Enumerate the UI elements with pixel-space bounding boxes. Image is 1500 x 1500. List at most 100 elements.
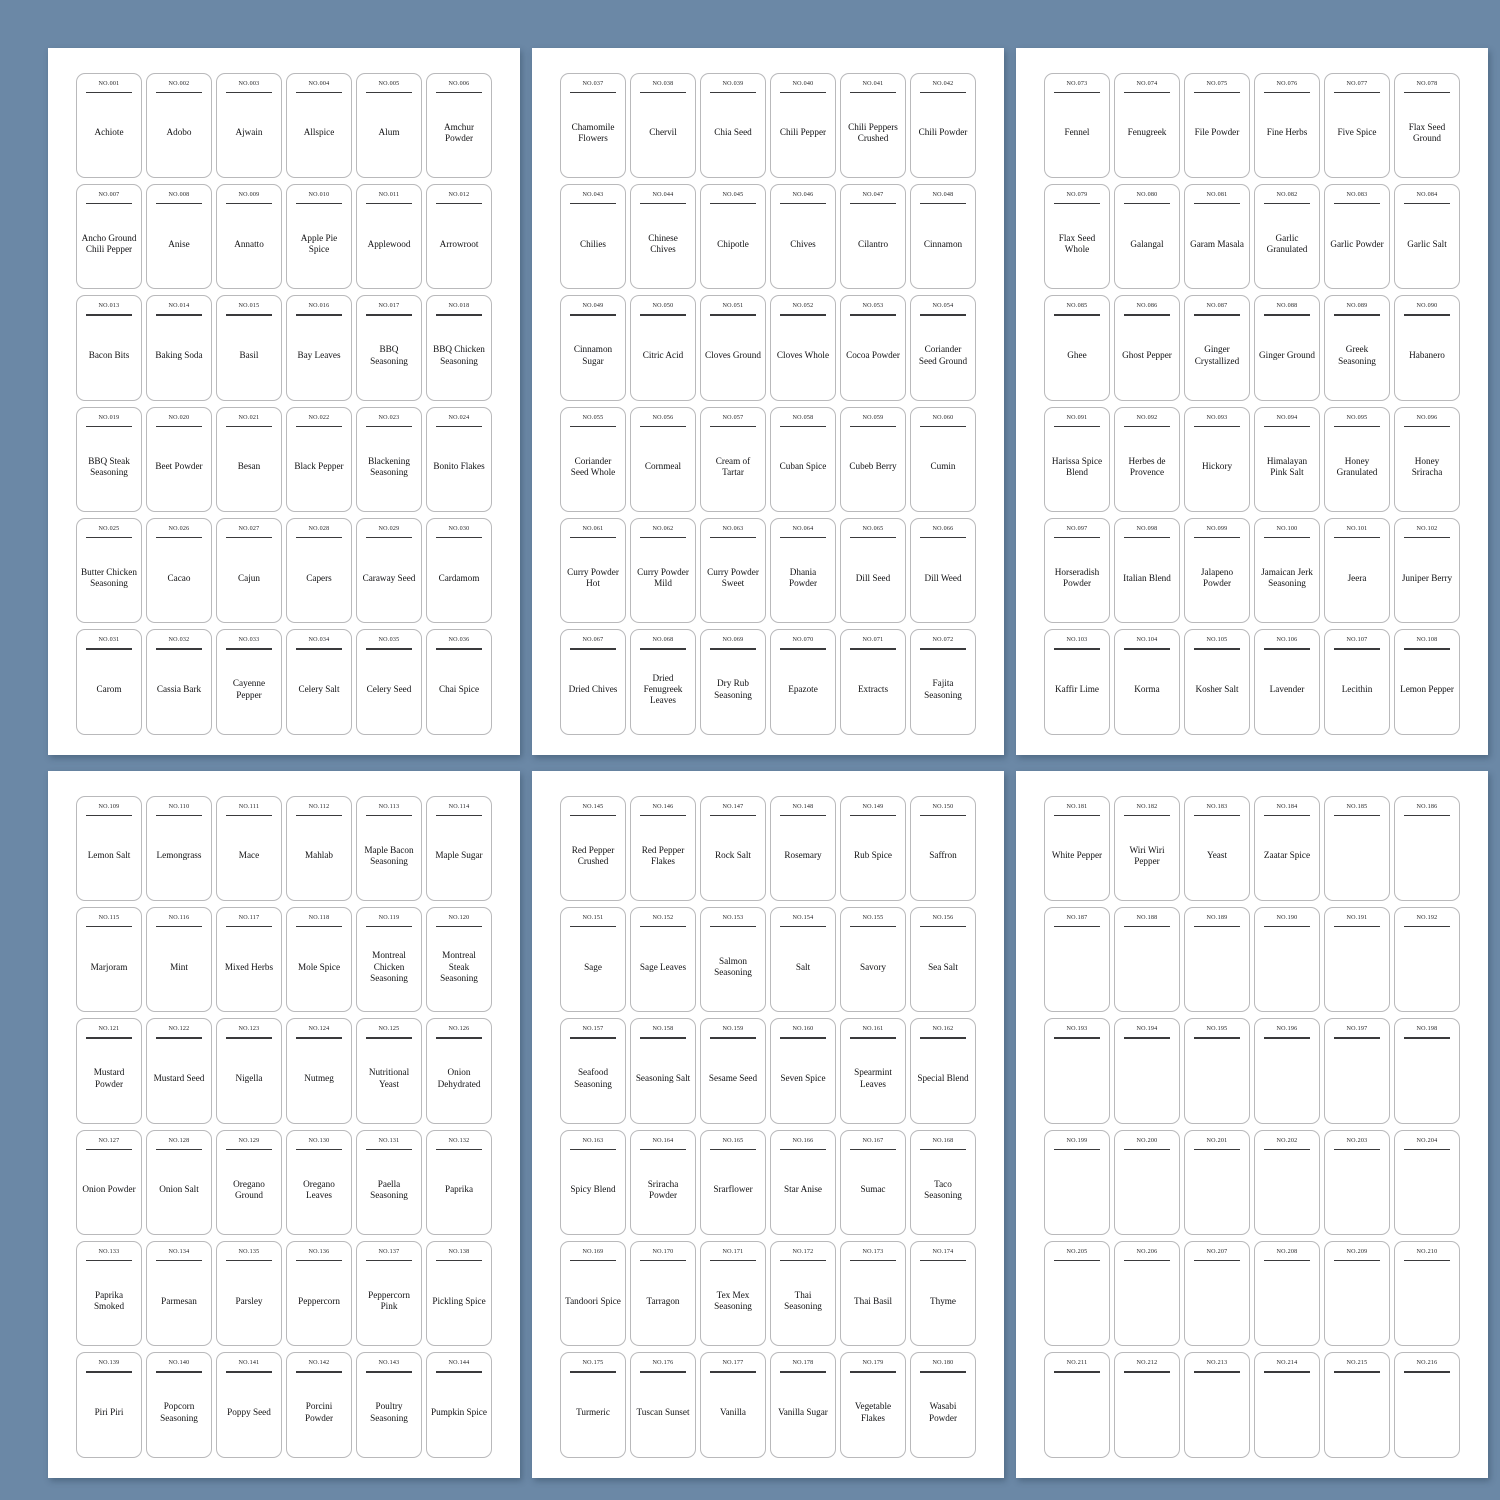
spice-label-card[interactable]: NO.043 Chilies bbox=[560, 183, 626, 290]
spice-label-card[interactable]: NO.147 Rock Salt bbox=[700, 795, 766, 901]
spice-label-card[interactable]: NO.113 Maple Bacon Seasoning bbox=[356, 795, 422, 901]
spice-label-card[interactable]: NO.163 Spicy Blend bbox=[560, 1129, 626, 1235]
spice-label-card[interactable]: NO.206 bbox=[1114, 1240, 1180, 1347]
spice-label-card[interactable]: NO.088 Ginger Ground bbox=[1254, 295, 1320, 401]
spice-label-card[interactable]: NO.097 Horseradish Powder bbox=[1044, 517, 1110, 624]
spice-label-card[interactable]: NO.068 Dried Fenugreek Leaves bbox=[630, 629, 696, 735]
spice-label-card[interactable]: NO.136 Peppercorn bbox=[286, 1240, 352, 1347]
spice-label-card[interactable]: NO.037 Chamomile Flowers bbox=[560, 72, 626, 178]
spice-label-card[interactable]: NO.208 bbox=[1254, 1240, 1320, 1347]
spice-label-card[interactable]: NO.194 bbox=[1114, 1018, 1180, 1124]
spice-label-card[interactable]: NO.028 Capers bbox=[286, 517, 352, 624]
spice-label-card[interactable]: NO.179 Vegetable Flakes bbox=[840, 1352, 906, 1458]
spice-label-card[interactable]: NO.070 Epazote bbox=[770, 629, 836, 735]
spice-label-card[interactable]: NO.164 Sriracha Powder bbox=[630, 1129, 696, 1235]
spice-label-card[interactable]: NO.131 Paella Seasoning bbox=[356, 1129, 422, 1235]
spice-label-card[interactable]: NO.061 Curry Powder Hot bbox=[560, 517, 626, 624]
spice-label-card[interactable]: NO.041 Chili Peppers Crushed bbox=[840, 72, 906, 178]
spice-label-card[interactable]: NO.142 Porcini Powder bbox=[286, 1352, 352, 1458]
spice-label-card[interactable]: NO.103 Kaffir Lime bbox=[1044, 629, 1110, 735]
spice-label-card[interactable]: NO.082 Garlic Granulated bbox=[1254, 183, 1320, 290]
spice-label-card[interactable]: NO.137 Peppercorn Pink bbox=[356, 1240, 422, 1347]
spice-label-card[interactable]: NO.182 Wiri Wiri Pepper bbox=[1114, 795, 1180, 901]
spice-label-card[interactable]: NO.186 bbox=[1394, 795, 1460, 901]
spice-label-card[interactable]: NO.115 Marjoram bbox=[76, 906, 142, 1013]
spice-label-card[interactable]: NO.015 Basil bbox=[216, 295, 282, 401]
spice-label-card[interactable]: NO.140 Popcorn Seasoning bbox=[146, 1352, 212, 1458]
spice-label-card[interactable]: NO.120 Montreal Steak Seasoning bbox=[426, 906, 492, 1013]
spice-label-card[interactable]: NO.117 Mixed Herbs bbox=[216, 906, 282, 1013]
spice-label-card[interactable]: NO.133 Paprika Smoked bbox=[76, 1240, 142, 1347]
spice-label-card[interactable]: NO.019 BBQ Steak Seasoning bbox=[76, 406, 142, 512]
spice-label-card[interactable]: NO.200 bbox=[1114, 1129, 1180, 1235]
spice-label-card[interactable]: NO.086 Ghost Pepper bbox=[1114, 295, 1180, 401]
spice-label-card[interactable]: NO.169 Tandoori Spice bbox=[560, 1240, 626, 1347]
spice-label-card[interactable]: NO.152 Sage Leaves bbox=[630, 906, 696, 1013]
spice-label-card[interactable]: NO.071 Extracts bbox=[840, 629, 906, 735]
spice-label-card[interactable]: NO.184 Zaatar Spice bbox=[1254, 795, 1320, 901]
spice-label-card[interactable]: NO.160 Seven Spice bbox=[770, 1018, 836, 1124]
spice-label-card[interactable]: NO.027 Cajun bbox=[216, 517, 282, 624]
spice-label-card[interactable]: NO.018 BBQ Chicken Seasoning bbox=[426, 295, 492, 401]
spice-label-card[interactable]: NO.195 bbox=[1184, 1018, 1250, 1124]
spice-label-card[interactable]: NO.202 bbox=[1254, 1129, 1320, 1235]
spice-label-card[interactable]: NO.002 Adobo bbox=[146, 72, 212, 178]
spice-label-card[interactable]: NO.039 Chia Seed bbox=[700, 72, 766, 178]
spice-label-card[interactable]: NO.025 Butter Chicken Seasoning bbox=[76, 517, 142, 624]
spice-label-card[interactable]: NO.135 Parsley bbox=[216, 1240, 282, 1347]
spice-label-card[interactable]: NO.030 Cardamom bbox=[426, 517, 492, 624]
spice-label-card[interactable]: NO.193 bbox=[1044, 1018, 1110, 1124]
spice-label-card[interactable]: NO.168 Taco Seasoning bbox=[910, 1129, 976, 1235]
spice-label-card[interactable]: NO.183 Yeast bbox=[1184, 795, 1250, 901]
spice-label-card[interactable]: NO.057 Cream of Tartar bbox=[700, 406, 766, 512]
spice-label-card[interactable]: NO.049 Cinnamon Sugar bbox=[560, 295, 626, 401]
spice-label-card[interactable]: NO.150 Saffron bbox=[910, 795, 976, 901]
spice-label-card[interactable]: NO.032 Cassia Bark bbox=[146, 629, 212, 735]
spice-label-card[interactable]: NO.190 bbox=[1254, 906, 1320, 1013]
spice-label-card[interactable]: NO.151 Sage bbox=[560, 906, 626, 1013]
spice-label-card[interactable]: NO.204 bbox=[1394, 1129, 1460, 1235]
spice-label-card[interactable]: NO.104 Korma bbox=[1114, 629, 1180, 735]
spice-label-card[interactable]: NO.064 Dhania Powder bbox=[770, 517, 836, 624]
spice-label-card[interactable]: NO.073 Fennel bbox=[1044, 72, 1110, 178]
spice-label-card[interactable]: NO.110 Lemongrass bbox=[146, 795, 212, 901]
spice-label-card[interactable]: NO.176 Tuscan Sunset bbox=[630, 1352, 696, 1458]
spice-label-card[interactable]: NO.050 Citric Acid bbox=[630, 295, 696, 401]
spice-label-card[interactable]: NO.209 bbox=[1324, 1240, 1390, 1347]
spice-label-card[interactable]: NO.054 Coriander Seed Ground bbox=[910, 295, 976, 401]
spice-label-card[interactable]: NO.079 Flax Seed Whole bbox=[1044, 183, 1110, 290]
spice-label-card[interactable]: NO.215 bbox=[1324, 1352, 1390, 1458]
spice-label-card[interactable]: NO.053 Cocoa Powder bbox=[840, 295, 906, 401]
spice-label-card[interactable]: NO.055 Coriander Seed Whole bbox=[560, 406, 626, 512]
spice-label-card[interactable]: NO.129 Oregano Ground bbox=[216, 1129, 282, 1235]
spice-label-card[interactable]: NO.123 Nigella bbox=[216, 1018, 282, 1124]
spice-label-card[interactable]: NO.148 Rosemary bbox=[770, 795, 836, 901]
spice-label-card[interactable]: NO.106 Lavender bbox=[1254, 629, 1320, 735]
spice-label-card[interactable]: NO.201 bbox=[1184, 1129, 1250, 1235]
spice-label-card[interactable]: NO.089 Greek Seasoning bbox=[1324, 295, 1390, 401]
spice-label-card[interactable]: NO.080 Galangal bbox=[1114, 183, 1180, 290]
spice-label-card[interactable]: NO.035 Celery Seed bbox=[356, 629, 422, 735]
spice-label-card[interactable]: NO.146 Red Pepper Flakes bbox=[630, 795, 696, 901]
spice-label-card[interactable]: NO.185 bbox=[1324, 795, 1390, 901]
spice-label-card[interactable]: NO.145 Red Pepper Crushed bbox=[560, 795, 626, 901]
spice-label-card[interactable]: NO.178 Vanilla Sugar bbox=[770, 1352, 836, 1458]
spice-label-card[interactable]: NO.021 Besan bbox=[216, 406, 282, 512]
spice-label-card[interactable]: NO.213 bbox=[1184, 1352, 1250, 1458]
spice-label-card[interactable]: NO.065 Dill Seed bbox=[840, 517, 906, 624]
spice-label-card[interactable]: NO.214 bbox=[1254, 1352, 1320, 1458]
spice-label-card[interactable]: NO.173 Thai Basil bbox=[840, 1240, 906, 1347]
spice-label-card[interactable]: NO.154 Salt bbox=[770, 906, 836, 1013]
spice-label-card[interactable]: NO.128 Onion Salt bbox=[146, 1129, 212, 1235]
spice-label-card[interactable]: NO.111 Mace bbox=[216, 795, 282, 901]
spice-label-card[interactable]: NO.014 Baking Soda bbox=[146, 295, 212, 401]
spice-label-card[interactable]: NO.060 Cumin bbox=[910, 406, 976, 512]
spice-label-card[interactable]: NO.109 Lemon Salt bbox=[76, 795, 142, 901]
spice-label-card[interactable]: NO.138 Pickling Spice bbox=[426, 1240, 492, 1347]
spice-label-card[interactable]: NO.118 Mole Spice bbox=[286, 906, 352, 1013]
spice-label-card[interactable]: NO.139 Piri Piri bbox=[76, 1352, 142, 1458]
spice-label-card[interactable]: NO.023 Blackening Seasoning bbox=[356, 406, 422, 512]
spice-label-card[interactable]: NO.121 Mustard Powder bbox=[76, 1018, 142, 1124]
spice-label-card[interactable]: NO.087 Ginger Crystallized bbox=[1184, 295, 1250, 401]
spice-label-card[interactable]: NO.078 Flax Seed Ground bbox=[1394, 72, 1460, 178]
